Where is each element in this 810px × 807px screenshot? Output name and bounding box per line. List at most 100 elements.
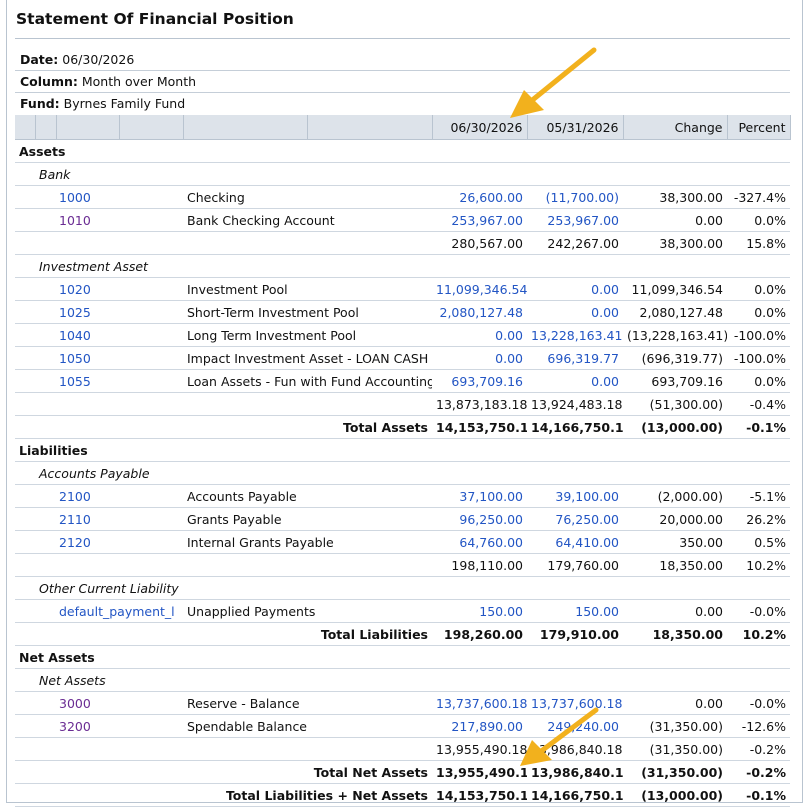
change-amount: 693,709.16 xyxy=(623,369,727,393)
prior-amount-link[interactable]: 0.00 xyxy=(527,277,623,301)
prior-amount-link[interactable]: 0.00 xyxy=(527,369,623,393)
account-code-link[interactable]: 1055 xyxy=(15,369,183,393)
current-amount-link[interactable]: 13,737,600.18 xyxy=(432,691,527,715)
total-prior: 179,910.00 xyxy=(527,622,623,646)
table-row: Total Net Assets13,955,490.1813,986,840.… xyxy=(15,760,790,784)
account-code-link[interactable]: 1040 xyxy=(15,323,183,347)
percent-change: -0.0% xyxy=(727,599,790,623)
total-current: 198,260.00 xyxy=(432,622,527,646)
total-change: (13,000.00) xyxy=(623,783,727,807)
date-line: Date: 06/30/2026 xyxy=(20,52,134,67)
prior-amount-link[interactable]: (11,700.00) xyxy=(527,185,623,209)
total-prior: 14,166,750.18 xyxy=(527,415,623,439)
account-name: Short-Term Investment Pool xyxy=(183,300,432,324)
account-code-link[interactable]: 2100 xyxy=(15,484,183,508)
total-percent: -0.1% xyxy=(727,783,790,807)
header-spacer xyxy=(307,115,433,140)
meta-divider xyxy=(15,92,790,93)
prior-amount-link[interactable]: 150.00 xyxy=(527,599,623,623)
column-header-change[interactable]: Change xyxy=(623,115,728,140)
account-code-link[interactable]: 1000 xyxy=(15,185,183,209)
total-current: 14,153,750.18 xyxy=(432,783,527,807)
column-header-prior[interactable]: 05/31/2026 xyxy=(527,115,624,140)
prior-amount-link[interactable]: 249,240.00 xyxy=(527,714,623,738)
table-row: Bank xyxy=(15,162,790,186)
subtotal-current: 13,873,183.18 xyxy=(432,392,527,416)
account-name: Internal Grants Payable xyxy=(183,530,432,554)
table-row: default_payment_l Unapplied Payments 150.0… xyxy=(15,599,790,623)
column-header-percent[interactable]: Percent xyxy=(727,115,791,140)
table-row: Net Assets xyxy=(15,668,790,692)
percent-change: -5.1% xyxy=(727,484,790,508)
account-code-link[interactable]: 3000 xyxy=(15,691,183,715)
change-amount: 38,300.00 xyxy=(623,185,727,209)
account-code-link[interactable]: default_payment_l xyxy=(15,599,183,623)
total-change: 18,350.00 xyxy=(623,622,727,646)
current-amount-link[interactable]: 2,080,127.48 xyxy=(432,300,527,324)
prior-amount-link[interactable]: 64,410.00 xyxy=(527,530,623,554)
table-row: Assets xyxy=(15,139,790,163)
current-amount-link[interactable]: 150.00 xyxy=(432,599,527,623)
account-code-link[interactable]: 2110 xyxy=(15,507,183,531)
current-amount-link[interactable]: 96,250.00 xyxy=(432,507,527,531)
current-amount-link[interactable]: 253,967.00 xyxy=(432,208,527,232)
table-row: 13,873,183.18 13,924,483.18 (51,300.00) -0.… xyxy=(15,392,790,416)
table-row: Total Assets14,153,750.1814,166,750.18(1… xyxy=(15,415,790,439)
current-amount-link[interactable]: 26,600.00 xyxy=(432,185,527,209)
column-header-current[interactable]: 06/30/2026 xyxy=(432,115,528,140)
prior-amount-link[interactable]: 0.00 xyxy=(527,300,623,324)
prior-amount-link[interactable]: 39,100.00 xyxy=(527,484,623,508)
subtotal-spacer xyxy=(15,231,432,255)
total-percent: -0.2% xyxy=(727,760,790,784)
prior-amount-link[interactable]: 253,967.00 xyxy=(527,208,623,232)
account-code-link[interactable]: 1025 xyxy=(15,300,183,324)
current-amount-link[interactable]: 217,890.00 xyxy=(432,714,527,738)
prior-amount-link[interactable]: 13,737,600.18 xyxy=(527,691,623,715)
account-name: Long Term Investment Pool xyxy=(183,323,432,347)
current-amount-link[interactable]: 64,760.00 xyxy=(432,530,527,554)
group-heading: Net Assets xyxy=(15,668,790,692)
subtotal-spacer xyxy=(15,392,432,416)
table-body: Assets Bank 1000 Checking 26,600.00 (11,700.0… xyxy=(15,139,790,807)
account-name: Checking xyxy=(183,185,432,209)
fund-line: Fund: Byrnes Family Fund xyxy=(20,96,185,111)
header-spacer xyxy=(35,115,57,140)
header-spacer xyxy=(15,115,36,140)
percent-change: -100.0% xyxy=(727,323,790,347)
table-row: 1050 Impact Investment Asset - LOAN CASH 0… xyxy=(15,346,790,370)
table-header: 06/30/2026 05/31/2026 Change Percent xyxy=(15,115,791,140)
total-current: 13,955,490.18 xyxy=(432,760,527,784)
account-name: Reserve - Balance xyxy=(183,691,432,715)
financial-position-table: 06/30/2026 05/31/2026 Change Percent Ass… xyxy=(15,115,791,807)
prior-amount-link[interactable]: 696,319.77 xyxy=(527,346,623,370)
percent-change: 0.0% xyxy=(727,369,790,393)
prior-amount-link[interactable]: 76,250.00 xyxy=(527,507,623,531)
group-heading: Bank xyxy=(15,162,790,186)
account-code-link[interactable]: 1010 xyxy=(15,208,183,232)
prior-amount-link[interactable]: 13,228,163.41 xyxy=(527,323,623,347)
change-amount: 0.00 xyxy=(623,208,727,232)
table-row: 2110 Grants Payable 96,250.00 76,250.00 20,0… xyxy=(15,507,790,531)
fund-value: Byrnes Family Fund xyxy=(63,96,186,111)
current-amount-link[interactable]: 11,099,346.54 xyxy=(432,277,527,301)
account-code-link[interactable]: 3200 xyxy=(15,714,183,738)
account-code-link[interactable]: 1020 xyxy=(15,277,183,301)
total-percent: -0.1% xyxy=(727,415,790,439)
current-amount-link[interactable]: 37,100.00 xyxy=(432,484,527,508)
account-name: Spendable Balance xyxy=(183,714,432,738)
account-code-link[interactable]: 2120 xyxy=(15,530,183,554)
total-prior: 14,166,750.18 xyxy=(527,783,623,807)
percent-change: 26.2% xyxy=(727,507,790,531)
group-heading: Investment Asset xyxy=(15,254,790,278)
current-amount-link[interactable]: 0.00 xyxy=(432,346,527,370)
account-code-link[interactable]: 1050 xyxy=(15,346,183,370)
total-change: (13,000.00) xyxy=(623,415,727,439)
table-row: 1010 Bank Checking Account 253,967.00 253,9… xyxy=(15,208,790,232)
current-amount-link[interactable]: 0.00 xyxy=(432,323,527,347)
table-row: Investment Asset xyxy=(15,254,790,278)
table-row: 1055 Loan Assets - Fun with Fund Accounti… xyxy=(15,369,790,393)
table-row: 2120 Internal Grants Payable 64,760.00 64,4… xyxy=(15,530,790,554)
subtotal-current: 13,955,490.18 xyxy=(432,737,527,761)
current-amount-link[interactable]: 693,709.16 xyxy=(432,369,527,393)
total-label: Total Net Assets xyxy=(15,760,432,784)
